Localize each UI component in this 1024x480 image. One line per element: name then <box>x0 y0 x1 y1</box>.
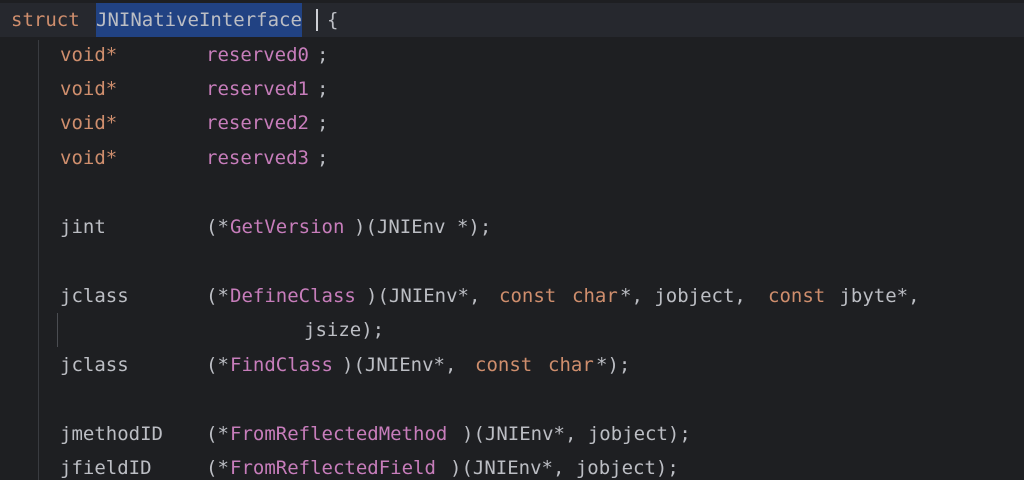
keyword-const: const <box>475 354 533 376</box>
return-type: jclass <box>60 354 129 376</box>
code-line-defineclass-cont[interactable]: jsize); <box>0 313 1024 347</box>
keyword-const: const <box>768 285 826 307</box>
open-brace: { <box>327 9 339 31</box>
fn-params: )(JNIEnv*, jobject); <box>462 423 691 445</box>
fn-name-defineclass: DefineClass <box>230 285 356 307</box>
fn-params: )(JNIEnv*, jobject); <box>450 457 679 479</box>
field-reserved1: reserved1 <box>206 78 309 100</box>
type-void-ptr: void* <box>60 44 118 66</box>
return-type: jclass <box>60 285 129 307</box>
fn-name-fromreflectedmethod: FromReflectedMethod <box>230 423 448 445</box>
code-line-fromreflectedmethod[interactable]: jmethodID (* FromReflectedMethod )(JNIEn… <box>0 417 1024 451</box>
semicolon: ; <box>317 78 329 100</box>
fn-pointer-open: (* <box>206 457 229 479</box>
semicolon: ; <box>317 44 329 66</box>
field-reserved3: reserved3 <box>206 147 309 169</box>
fn-pointer-open: (* <box>206 354 229 376</box>
field-reserved2: reserved2 <box>206 112 309 134</box>
code-line-defineclass[interactable]: jclass (* DefineClass )(JNIEnv*, const c… <box>0 279 1024 313</box>
code-line-findclass[interactable]: jclass (* FindClass )(JNIEnv*, const cha… <box>0 348 1024 382</box>
fn-name-findclass: FindClass <box>230 354 333 376</box>
code-line-reserved0[interactable]: void* reserved0 ; <box>0 38 1024 72</box>
keyword-struct: struct <box>11 9 80 31</box>
fn-pointer-open: (* <box>206 423 229 445</box>
code-line-fromreflectedfield[interactable]: jfieldID (* FromReflectedField )(JNIEnv*… <box>0 451 1024 480</box>
code-line-reserved1[interactable]: void* reserved1 ; <box>0 72 1024 106</box>
fn-name-getversion: GetVersion <box>230 216 345 238</box>
text-caret <box>316 9 318 31</box>
keyword-const: const <box>499 285 557 307</box>
semicolon: ; <box>317 147 329 169</box>
return-type: jint <box>60 216 106 238</box>
fn-pointer-open: (* <box>206 216 229 238</box>
code-line-getversion[interactable]: jint (* GetVersion )(JNIEnv *); <box>0 210 1024 244</box>
fn-params-part2: *, jobject, <box>620 285 758 307</box>
code-line-struct[interactable]: struct JNINativeInterface { <box>0 3 1024 37</box>
return-type: jmethodID <box>60 423 163 445</box>
fn-name-fromreflectedfield: FromReflectedField <box>230 457 436 479</box>
selected-struct-name[interactable]: JNINativeInterface <box>96 3 302 37</box>
type-void-ptr: void* <box>60 78 118 100</box>
semicolon: ; <box>317 112 329 134</box>
keyword-char: char <box>548 354 594 376</box>
fn-params: )(JNIEnv *); <box>354 216 492 238</box>
type-void-ptr: void* <box>60 147 118 169</box>
fn-params-part1: )(JNIEnv*, <box>366 285 492 307</box>
type-void-ptr: void* <box>60 112 118 134</box>
keyword-char: char <box>572 285 618 307</box>
return-type: jfieldID <box>60 457 152 479</box>
code-editor[interactable]: struct JNINativeInterface { void* reserv… <box>0 0 1024 480</box>
fn-pointer-open: (* <box>206 285 229 307</box>
code-line-reserved3[interactable]: void* reserved3 ; <box>0 141 1024 175</box>
fn-params-part2: *); <box>596 354 631 376</box>
fn-params-part3: jbyte*, <box>828 285 920 307</box>
code-line-reserved2[interactable]: void* reserved2 ; <box>0 106 1024 140</box>
fn-params-part1: )(JNIEnv*, <box>342 354 468 376</box>
fn-params-continuation: jsize); <box>304 319 385 341</box>
field-reserved0: reserved0 <box>206 44 309 66</box>
